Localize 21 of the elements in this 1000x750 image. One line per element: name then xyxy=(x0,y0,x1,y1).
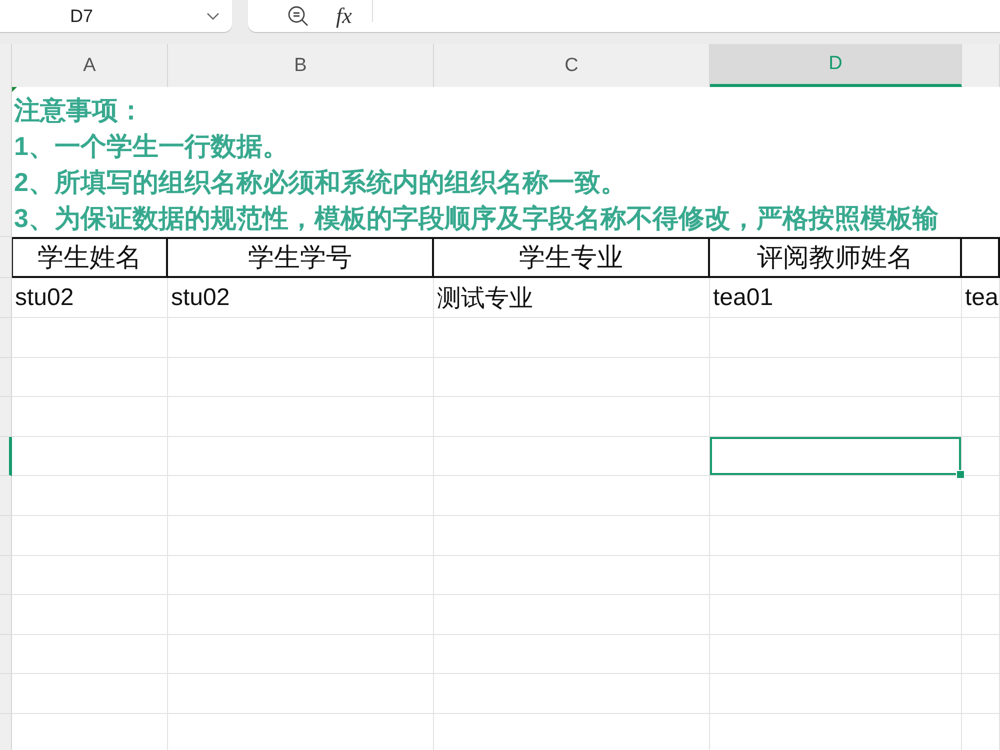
table-cell: tea xyxy=(962,278,1000,318)
column-heading-cell: 学生专业 xyxy=(434,237,710,278)
column-heading-cell: 评阅教师姓名 xyxy=(710,237,962,278)
corner-triangle-icon xyxy=(12,87,17,92)
fill-handle[interactable] xyxy=(956,470,965,480)
table-cell: stu02 xyxy=(12,278,168,318)
row-header[interactable] xyxy=(0,436,12,476)
note-item: 3、为保证数据的规范性，模板的字段顺序及字段名称不得修改，严格按照模板输 xyxy=(14,202,938,235)
function-button[interactable]: fx xyxy=(336,4,352,28)
magnifier-icon[interactable] xyxy=(288,6,308,26)
column-heading-cell: 学生学号 xyxy=(168,237,434,278)
note-item: 1、一个学生一行数据。 xyxy=(14,130,288,163)
selected-cell[interactable] xyxy=(710,436,962,476)
table-cell: 测试专业 xyxy=(434,278,710,318)
table-cell: tea01 xyxy=(710,278,962,318)
column-heading-cell: 学生姓名 xyxy=(12,237,168,278)
name-box[interactable]: D7 xyxy=(0,0,232,32)
note-item: 2、所填写的组织名称必须和系统内的组织名称一致。 xyxy=(14,166,626,199)
notes-title: 注意事项： xyxy=(14,94,144,127)
chevron-down-icon[interactable] xyxy=(207,12,219,20)
table-cell: stu02 xyxy=(168,278,434,318)
